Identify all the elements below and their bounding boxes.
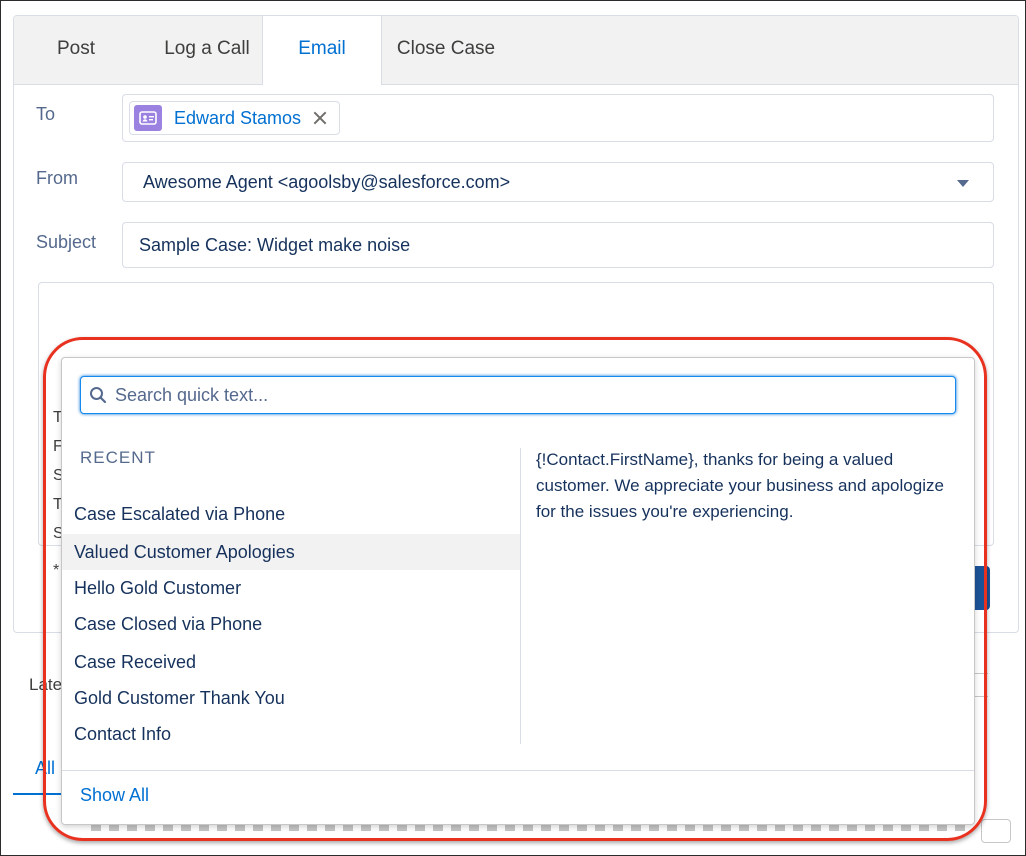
tab-email[interactable]: Email bbox=[262, 16, 382, 85]
list-item[interactable]: Case Closed via Phone bbox=[62, 606, 520, 642]
tab-all-indicator bbox=[13, 793, 63, 795]
subject-label: Subject bbox=[36, 232, 97, 252]
from-label: From bbox=[36, 168, 78, 188]
search-input[interactable] bbox=[113, 381, 947, 409]
list-item[interactable]: Contact Info bbox=[62, 716, 520, 752]
from-select[interactable]: Awesome Agent <agoolsby@salesforce.com> bbox=[122, 162, 994, 202]
quick-text-search[interactable] bbox=[80, 376, 956, 414]
popover-footer: Show All bbox=[62, 770, 974, 825]
list-item[interactable]: Case Received bbox=[62, 644, 520, 680]
screenshot-frame: Post Log a Call Email Close Case To Edwa… bbox=[0, 0, 1026, 856]
subject-value: Sample Case: Widget make noise bbox=[139, 235, 411, 255]
list-item[interactable]: Case Escalated via Phone bbox=[62, 496, 520, 532]
tab-close-case[interactable]: Close Case bbox=[390, 16, 502, 84]
search-icon bbox=[90, 387, 107, 404]
row-action-button[interactable] bbox=[981, 819, 1011, 843]
from-value: Awesome Agent <agoolsby@salesforce.com> bbox=[143, 172, 511, 192]
recipient-name: Edward Stamos bbox=[174, 107, 302, 128]
list-item-selected[interactable]: Valued Customer Apologies bbox=[62, 534, 520, 570]
list-item[interactable]: Hello Gold Customer bbox=[62, 570, 520, 606]
subject-input[interactable]: Sample Case: Widget make noise bbox=[122, 222, 994, 268]
publisher-tabs: Post Log a Call Email Close Case bbox=[14, 16, 1018, 85]
to-label: To bbox=[36, 104, 56, 124]
tab-all[interactable]: All bbox=[35, 758, 55, 779]
quick-text-preview: {!Contact.FirstName}, thanks for being a… bbox=[536, 450, 944, 521]
feed-row-text bbox=[91, 825, 971, 831]
column-divider bbox=[520, 448, 521, 744]
latest-label: Late bbox=[29, 675, 63, 694]
contact-icon bbox=[134, 105, 162, 131]
tab-post[interactable]: Post bbox=[54, 16, 98, 84]
show-all-link[interactable]: Show All bbox=[80, 785, 149, 806]
tab-log-a-call[interactable]: Log a Call bbox=[152, 16, 262, 84]
to-field[interactable]: Edward Stamos bbox=[122, 94, 994, 142]
remove-recipient-icon[interactable] bbox=[313, 111, 327, 125]
quick-text-popover: RECENT Case Escalated via Phone Valued C… bbox=[61, 357, 975, 825]
recent-heading: RECENT bbox=[80, 448, 156, 467]
recipient-pill[interactable]: Edward Stamos bbox=[129, 101, 341, 135]
chevron-down-icon bbox=[957, 180, 969, 187]
list-item[interactable]: Gold Customer Thank You bbox=[62, 680, 520, 716]
